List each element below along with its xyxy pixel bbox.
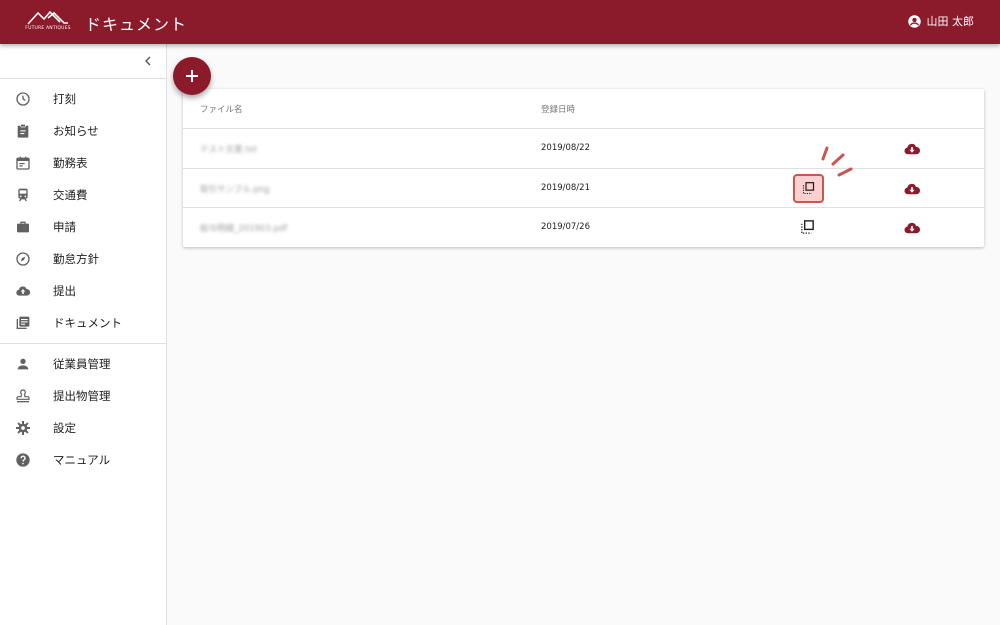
sidebar-item-attendance-policy[interactable]: 勤怠方針: [0, 243, 166, 275]
help-icon: [16, 453, 30, 467]
sidebar-item-label: 申請: [53, 220, 76, 234]
account-circle-icon: [907, 14, 921, 28]
mountain-logo-icon: [27, 10, 68, 25]
clock-icon: [16, 92, 30, 106]
sidebar-item-submit[interactable]: 提出: [0, 275, 166, 307]
table-header: ファイル名 登録日時: [183, 89, 984, 129]
column-header-date[interactable]: 登録日時: [541, 103, 575, 115]
sidebar-item-label: 勤務表: [53, 156, 88, 170]
sidebar-collapse-row: [0, 44, 166, 79]
cloud-upload-icon: [16, 286, 31, 296]
attention-sparks-icon: [821, 146, 853, 177]
file-date: 2019/08/22: [541, 143, 590, 153]
sidebar-item-label: 提出: [53, 284, 76, 298]
sidebar-item-label: 勤怠方針: [53, 252, 99, 266]
sidebar-item-application[interactable]: 申請: [0, 211, 166, 243]
sidebar-item-timesheet[interactable]: 勤務表: [0, 147, 166, 179]
table-row: 取引サンプル.png 2019/08/21: [183, 169, 984, 208]
sidebar-item-label: 交通費: [53, 188, 88, 202]
copy-icon[interactable]: [799, 219, 816, 236]
sidebar-admin-nav: 従業員管理 提出物管理 設定 マニュアル: [0, 348, 166, 476]
calendar-icon: [16, 156, 30, 170]
plus-icon: [186, 70, 198, 82]
sidebar-item-transport[interactable]: 交通費: [0, 179, 166, 211]
sidebar-item-manual[interactable]: マニュアル: [0, 444, 166, 476]
column-header-filename[interactable]: ファイル名: [200, 103, 243, 115]
user-name: 山田 太郎: [926, 15, 975, 28]
train-icon: [18, 188, 28, 202]
sidebar-item-label: ドキュメント: [53, 316, 122, 330]
sidebar-item-punch[interactable]: 打刻: [0, 83, 166, 115]
sidebar-item-notice[interactable]: お知らせ: [0, 115, 166, 147]
brand-text: FUTURE ANTIQUES: [25, 26, 71, 31]
cloud-download-icon[interactable]: [903, 140, 921, 158]
add-document-button[interactable]: [173, 57, 211, 95]
table-row: テスト文書.txt 2019/08/22: [183, 129, 984, 169]
file-date: 2019/08/21: [541, 182, 590, 193]
sidebar-item-label: 従業員管理: [53, 357, 111, 371]
gear-icon: [16, 421, 30, 435]
sidebar-item-label: 設定: [53, 421, 76, 435]
briefcase-icon: [17, 221, 29, 233]
sidebar-item-documents[interactable]: ドキュメント: [0, 307, 166, 339]
sidebar-item-employee-management[interactable]: 従業員管理: [0, 348, 166, 380]
sidebar-item-label: 打刻: [53, 92, 76, 106]
file-name[interactable]: テスト文書.txt: [200, 143, 257, 155]
documents-table: ファイル名 登録日時 テスト文書.txt 2019/08/22 取引サンプル.p…: [183, 89, 984, 247]
sidebar-divider: [0, 343, 166, 344]
compass-icon: [16, 252, 30, 266]
file-name[interactable]: 給与明細_201903.pdf: [200, 222, 287, 234]
chevron-left-icon[interactable]: [140, 53, 156, 69]
cloud-download-icon[interactable]: [903, 219, 921, 237]
table-row: 給与明細_201903.pdf 2019/07/26: [183, 208, 984, 248]
sidebar-item-label: お知らせ: [53, 124, 99, 138]
sidebar-main-nav: 打刻 お知らせ 勤務表 交通費 申請 勤怠方針 提出 ドキュメント: [0, 79, 166, 339]
app-bar: FUTURE ANTIQUES ドキュメント 山田 太郎: [0, 0, 1000, 44]
user-menu[interactable]: 山田 太郎: [907, 13, 975, 29]
copy-icon: [802, 182, 815, 195]
sidebar-item-label: 提出物管理: [53, 389, 111, 403]
file-date: 2019/07/26: [541, 222, 590, 232]
page-title: ドキュメント: [85, 15, 188, 34]
sidebar-item-settings[interactable]: 設定: [0, 412, 166, 444]
person-icon: [17, 358, 29, 370]
cloud-download-icon[interactable]: [903, 180, 921, 198]
clipboard-icon: [17, 124, 29, 138]
sidebar: 打刻 お知らせ 勤務表 交通費 申請 勤怠方針 提出 ドキュメント 従業員管理 …: [0, 44, 167, 625]
library-books-icon: [16, 316, 30, 329]
brand-logo[interactable]: FUTURE ANTIQUES: [24, 9, 72, 33]
file-name[interactable]: 取引サンプル.png: [200, 183, 270, 195]
sidebar-item-submission-management[interactable]: 提出物管理: [0, 380, 166, 412]
sidebar-item-label: マニュアル: [53, 453, 111, 467]
stamp-icon: [16, 389, 30, 403]
